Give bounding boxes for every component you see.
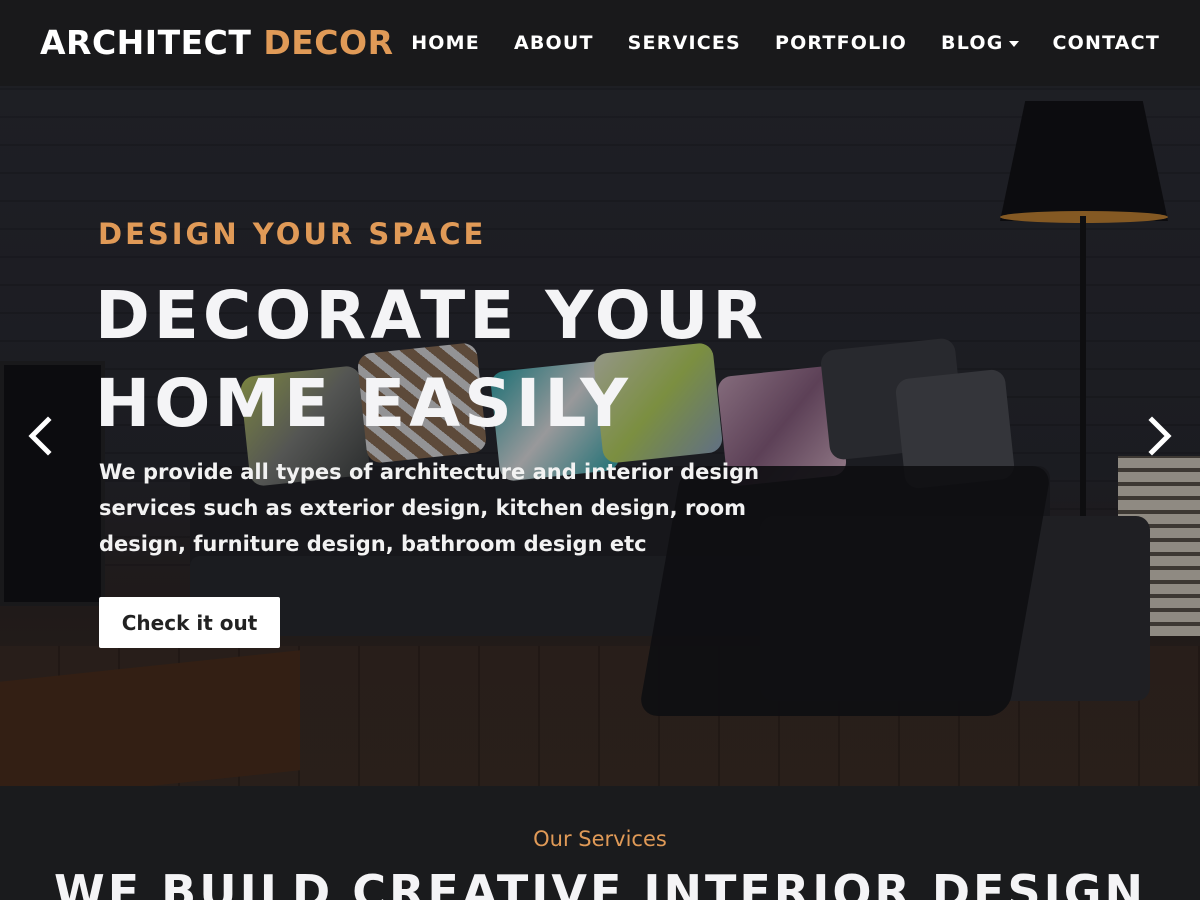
hero-slider: DESIGN YOUR SPACE DECORATE YOUR HOME EAS… xyxy=(0,86,1200,786)
nav-about[interactable]: ABOUT xyxy=(514,30,594,56)
chevron-left-icon[interactable] xyxy=(24,416,58,456)
logo-text-accent: DECOR xyxy=(263,23,394,62)
nav-services[interactable]: SERVICES xyxy=(628,30,741,56)
check-it-out-button[interactable]: Check it out xyxy=(99,597,280,648)
logo[interactable]: ARCHITECT DECOR xyxy=(40,24,393,62)
caret-down-icon xyxy=(1008,41,1019,47)
hero-subtitle: DESIGN YOUR SPACE xyxy=(98,217,487,251)
nav-blog[interactable]: BLOG xyxy=(941,30,1019,56)
services-section: Our Services WE BUILD CREATIVE INTERIOR … xyxy=(0,786,1200,900)
nav-portfolio[interactable]: PORTFOLIO xyxy=(775,30,907,56)
chevron-right-icon[interactable] xyxy=(1142,416,1176,456)
hero-description: We provide all types of architecture and… xyxy=(99,460,760,556)
nav-contact[interactable]: CONTACT xyxy=(1053,30,1161,56)
main-nav: HOME ABOUT SERVICES PORTFOLIO BLOG CONTA… xyxy=(411,30,1160,56)
logo-text-primary: ARCHITECT xyxy=(40,23,252,62)
site-header: ARCHITECT DECOR HOME ABOUT SERVICES PORT… xyxy=(0,0,1200,86)
hero-title: DECORATE YOUR HOME EASILY xyxy=(95,277,768,442)
nav-home[interactable]: HOME xyxy=(411,30,480,56)
nav-blog-label: BLOG xyxy=(941,32,1004,54)
services-heading: WE BUILD CREATIVE INTERIOR DESIGN xyxy=(54,865,1146,900)
services-label: Our Services xyxy=(533,827,667,851)
